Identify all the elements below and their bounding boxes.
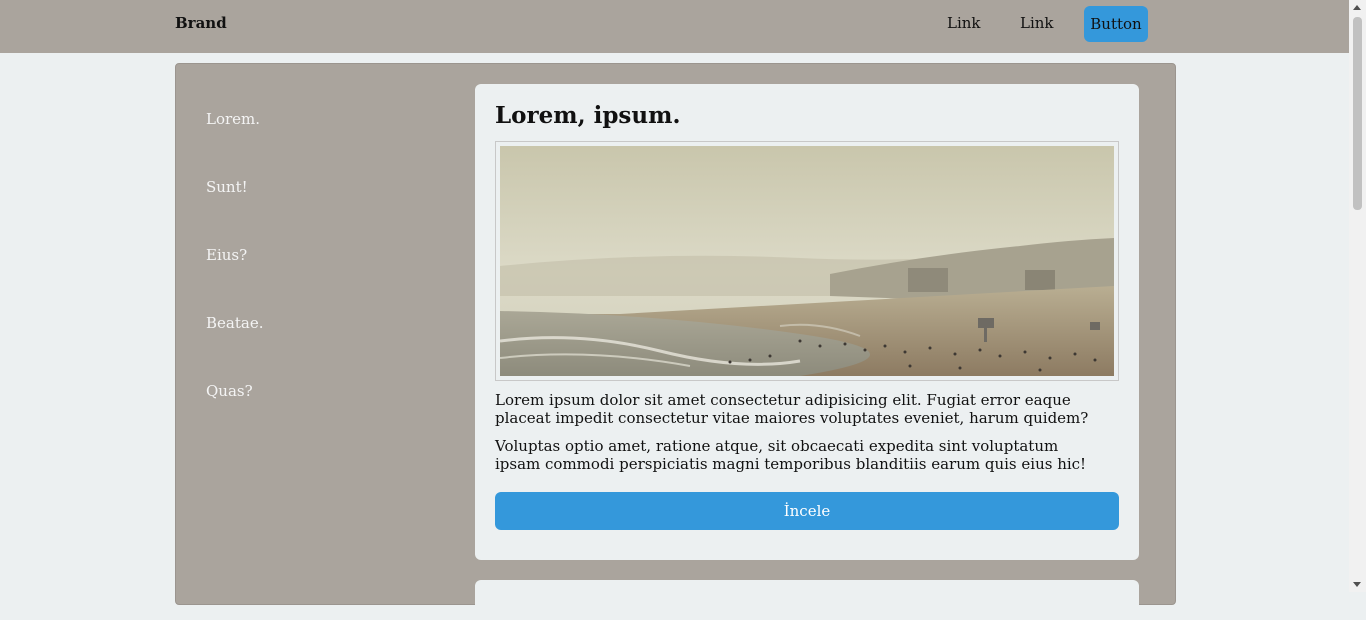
next-card	[475, 580, 1139, 620]
scroll-down-icon[interactable]	[1353, 582, 1361, 587]
beach-photo	[500, 146, 1114, 376]
nav-link-1[interactable]: Link	[947, 14, 981, 32]
sidebar-item-sunt[interactable]: Sunt!	[206, 178, 248, 196]
scroll-up-icon[interactable]	[1353, 5, 1361, 10]
sidebar-item-beatae[interactable]: Beatae.	[206, 314, 263, 332]
scroll-thumb[interactable]	[1353, 17, 1362, 210]
sidebar-item-lorem[interactable]: Lorem.	[206, 110, 260, 128]
content-container: Lorem. Sunt! Eius? Beatae. Quas? Lorem, …	[175, 63, 1176, 620]
incele-button[interactable]: İncele	[495, 492, 1119, 530]
article-card: Lorem, ipsum. Lorem ipsum dolor sit amet…	[475, 84, 1139, 560]
card-title: Lorem, ipsum.	[495, 102, 681, 129]
card-paragraph-2: Voluptas optio amet, ratione atque, sit …	[495, 437, 1087, 473]
brand-logo[interactable]: Brand	[175, 14, 227, 32]
navbar: Brand Link Link Button	[0, 0, 1349, 53]
sidebar-item-eius[interactable]: Eius?	[206, 246, 247, 264]
card-image	[495, 141, 1119, 381]
sidebar-item-quas[interactable]: Quas?	[206, 382, 253, 400]
nav-button[interactable]: Button	[1084, 6, 1148, 42]
card-paragraph-1: Lorem ipsum dolor sit amet consectetur a…	[495, 391, 1089, 427]
vertical-scrollbar[interactable]	[1349, 0, 1366, 592]
nav-link-2[interactable]: Link	[1020, 14, 1054, 32]
